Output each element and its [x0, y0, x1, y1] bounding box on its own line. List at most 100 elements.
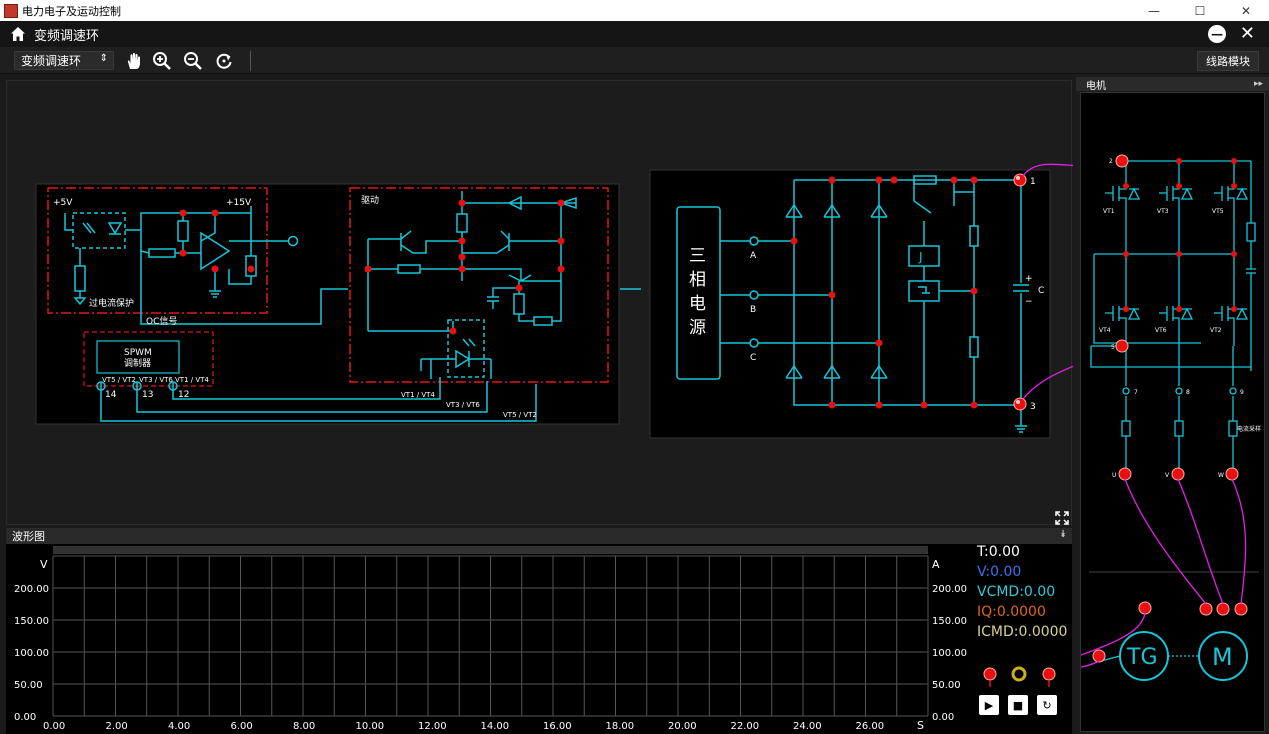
waveform-header: 波形图 ⯯ — [6, 528, 1072, 544]
readout-t: T:0.00 — [977, 544, 1020, 560]
inverter-motor-diagram: VT1 VT3 VT5 VT4 VT6 VT2 2 5 7 8 9 电流采样 U… — [1081, 154, 1261, 681]
label-phase-a: A — [750, 251, 757, 261]
home-icon[interactable] — [10, 26, 26, 42]
label-vt2: VT2 — [1210, 327, 1222, 334]
y-tick-left: 150.00 — [14, 616, 49, 627]
pan-hand-icon[interactable] — [124, 51, 144, 71]
label-n7: 7 — [1134, 389, 1138, 396]
y-tick-right: 150.00 — [932, 616, 967, 627]
x-tick: 24.00 — [793, 721, 822, 732]
label-drive: 驱动 — [361, 195, 379, 206]
power-circuit-panel — [649, 169, 1051, 439]
readout-vcmd: VCMD:0.00 — [977, 584, 1056, 600]
right-unit-label: A — [932, 558, 940, 571]
label-bus-vt3-vt6: VT3 / VT6 — [446, 401, 480, 409]
window-title-bar: 电力电子及运动控制 — ☐ ✕ — [0, 0, 1269, 21]
label-node-3: 3 — [1030, 402, 1036, 412]
probe-pins[interactable] — [976, 662, 1072, 692]
toolbar-separator — [250, 51, 251, 71]
x-tick: 8.00 — [293, 721, 315, 732]
circuit-module-button[interactable]: 线路模块 — [1197, 51, 1259, 71]
label-plus15v: +15V — [226, 198, 252, 208]
label-n5: 5 — [1111, 344, 1115, 351]
label-oc-signal: OC信号 — [146, 315, 177, 327]
readout-v: V:0.00 — [977, 564, 1022, 580]
zoom-out-icon[interactable] — [183, 51, 203, 71]
x-tick: 22.00 — [731, 721, 760, 732]
window-title: 电力电子及运动控制 — [22, 4, 121, 18]
x-tick: 14.00 — [481, 721, 510, 732]
x-tick: 10.00 — [356, 721, 385, 732]
label-three-phase-1: 三 — [689, 246, 706, 266]
y-tick-right: 100.00 — [932, 648, 967, 659]
collapse-icon[interactable]: ⯯ — [1060, 529, 1066, 540]
label-vt3: VT3 — [1157, 208, 1169, 215]
page-title: 变频调速环 — [34, 28, 100, 44]
label-three-phase-4: 源 — [689, 318, 706, 338]
y-tick-left: 50.00 — [14, 680, 43, 691]
label-spwm: SPWM — [124, 348, 152, 358]
label-n2: 2 — [1109, 158, 1113, 165]
circuit-canvas[interactable]: +5V +15V 过电流保护 OC信号 SPWM 调制器 驱动 VT5 / VT… — [6, 80, 1073, 525]
label-vt5: VT5 — [1212, 208, 1224, 215]
label-modulator: 调制器 — [124, 357, 151, 369]
fullscreen-icon[interactable] — [1055, 511, 1069, 525]
minimize-button[interactable]: — — [1208, 25, 1226, 43]
x-tick: 18.00 — [606, 721, 635, 732]
motor-panel-title: 电机 — [1086, 80, 1106, 92]
label-bus-vt1-vt4: VT1 / VT4 — [401, 391, 435, 399]
label-cap-minus: − — [1025, 297, 1033, 307]
label-three-phase-3: 电 — [689, 294, 706, 314]
motor-panel-header: 电机 ▸▸ — [1076, 77, 1269, 92]
readout-iq: IQ:0.0000 — [977, 604, 1046, 620]
app-header: 变频调速环 — ✕ — [0, 21, 1269, 47]
readout-icmd: ICMD:0.0000 — [977, 624, 1068, 640]
y-tick-right: 0.00 — [932, 712, 954, 723]
stop-button[interactable]: ■ — [1008, 695, 1028, 715]
window-maximize-button[interactable]: ☐ — [1177, 0, 1223, 21]
toolbar: 变频调速环 ⇕ 线路模块 — [0, 47, 1269, 74]
label-capacitor-c: C — [1038, 286, 1044, 296]
close-button[interactable]: ✕ — [1240, 23, 1255, 44]
reset-view-icon[interactable] — [214, 51, 234, 71]
label-vt1-vt4: VT1 / VT4 — [175, 376, 209, 384]
mode-select[interactable]: 变频调速环 ⇕ — [14, 51, 114, 70]
label-n9: 9 — [1240, 389, 1244, 396]
label-vt5-vt2: VT5 / VT2 — [102, 376, 136, 384]
refresh-button[interactable]: ↻ — [1037, 695, 1057, 715]
waveform-chart: V A S 200.00 200.00 150.00 150.00 100.00 100.… — [14, 546, 967, 732]
label-tg: TG — [1126, 645, 1158, 670]
label-port-12: 12 — [178, 390, 189, 400]
waveform-title: 波形图 — [12, 530, 45, 543]
left-unit-label: V — [40, 558, 48, 571]
y-tick-right: 200.00 — [932, 584, 967, 595]
y-tick-left: 200.00 — [14, 584, 49, 595]
x-tick: 4.00 — [168, 721, 190, 732]
y-tick-right: 50.00 — [932, 680, 961, 691]
label-vt1: VT1 — [1103, 208, 1115, 215]
label-current-sample: 电流采样 — [1237, 425, 1261, 433]
y-tick-left: 100.00 — [14, 648, 49, 659]
x-tick: 20.00 — [668, 721, 697, 732]
zoom-in-icon[interactable] — [152, 51, 172, 71]
x-tick: 2.00 — [106, 721, 128, 732]
label-port-14: 14 — [105, 390, 117, 400]
expand-arrows-icon[interactable]: ▸▸ — [1254, 79, 1263, 89]
label-vt6: VT6 — [1155, 327, 1167, 334]
label-vt4: VT4 — [1099, 327, 1111, 334]
waveform-panel: V A S 200.00 200.00 150.00 150.00 100.00 100.… — [6, 544, 1072, 734]
x-tick: 6.00 — [231, 721, 253, 732]
window-close-button[interactable]: ✕ — [1223, 0, 1269, 21]
play-button[interactable]: ▶ — [979, 695, 999, 715]
mode-select-value: 变频调速环 — [21, 54, 82, 68]
x-tick: 0.00 — [43, 721, 65, 732]
label-motor-m: M — [1212, 643, 1233, 671]
label-overcurrent: 过电流保护 — [89, 297, 134, 309]
label-node-1: 1 — [1030, 177, 1036, 187]
select-arrows-icon: ⇕ — [99, 53, 108, 64]
x-tick: 12.00 — [418, 721, 447, 732]
x-tick: 16.00 — [543, 721, 572, 732]
window-minimize-button[interactable]: — — [1131, 0, 1177, 21]
label-cap-plus: + — [1025, 274, 1033, 284]
label-w: W — [1218, 472, 1224, 479]
